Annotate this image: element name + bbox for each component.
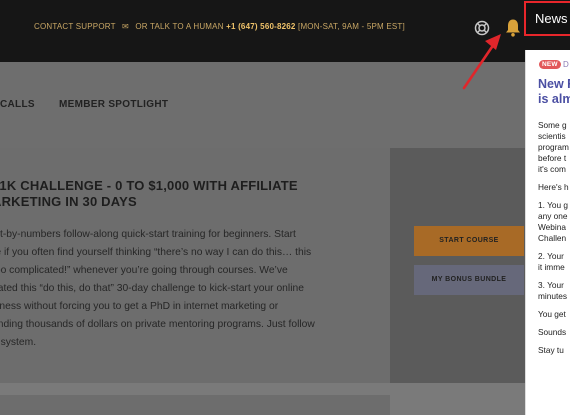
description-line: siness without forcing you to get a PhD … <box>0 301 279 312</box>
nav-item-member-spotlight[interactable]: MEMBER SPOTLIGHT <box>59 99 168 110</box>
new-badge: NEW <box>539 60 561 69</box>
description-line: eated this “do this, do that” 30-day cha… <box>0 283 304 294</box>
nav-item-calls[interactable]: CALLS <box>0 99 35 110</box>
post-paragraph: Some g scientis program before t it's co… <box>538 120 569 174</box>
course-nav: CALLS MEMBER SPOTLIGHT <box>0 62 525 148</box>
post-paragraph: You get <box>538 309 566 319</box>
description-line: ending thousands of dollars on private m… <box>0 319 315 330</box>
lifebuoy-icon[interactable] <box>474 20 490 36</box>
talk-to-human-text: OR TALK TO A HUMAN <box>135 22 224 31</box>
news-panel: NEW D New F is alm Some g scientis progr… <box>525 50 570 415</box>
description-line: int-by-numbers follow-along quick-start … <box>0 229 296 240</box>
description-line: e system. <box>0 337 37 348</box>
description-line: re if you often find yourself thinking “… <box>0 247 312 258</box>
support-line: CONTACT SUPPORT ✉ OR TALK TO A HUMAN +1 … <box>34 22 405 31</box>
phone-number[interactable]: +1 (647) 560-8262 <box>226 22 295 31</box>
mail-icon: ✉ <box>121 22 129 31</box>
post-title[interactable]: New F is alm <box>538 77 570 107</box>
post-paragraph: 2. Your it imme <box>538 251 565 272</box>
post-paragraph: Stay tu <box>538 345 564 355</box>
next-course-card <box>0 395 390 415</box>
description-line: too complicated!” whenever you’re going … <box>0 265 288 276</box>
post-paragraph: 3. Your minutes <box>538 280 568 301</box>
bonus-bundle-button[interactable]: MY BONUS BUNDLE <box>414 265 524 295</box>
post-paragraph: 1. You g any one Webina Challen <box>538 200 568 243</box>
contact-support-link[interactable]: CONTACT SUPPORT <box>34 22 116 31</box>
post-paragraph: Sounds <box>538 327 567 337</box>
start-course-button[interactable]: START COURSE <box>414 226 524 256</box>
top-bar: CONTACT SUPPORT ✉ OR TALK TO A HUMAN +1 … <box>0 0 570 62</box>
post-date: D <box>563 60 569 69</box>
course-title: 01K CHALLENGE - 0 TO $1,000 WITH AFFILIA… <box>0 178 298 209</box>
news-button[interactable]: News & <box>524 1 570 36</box>
course-description: int-by-numbers follow-along quick-start … <box>0 226 367 352</box>
bell-icon[interactable] <box>504 18 522 38</box>
post-body: Some g scientis program before t it's co… <box>538 120 570 363</box>
support-hours: [MON-SAT, 9AM - 5PM EST] <box>298 22 405 31</box>
post-paragraph: Here's h <box>538 182 569 192</box>
